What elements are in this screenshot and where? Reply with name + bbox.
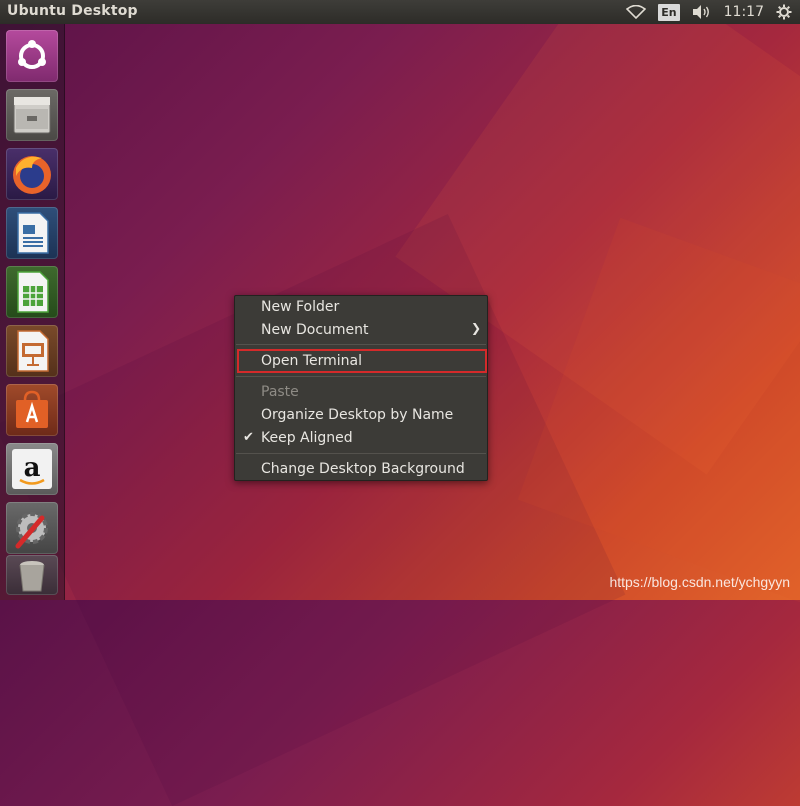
menu-item-new-document[interactable]: New Document [261,320,369,340]
firefox-icon [13,156,51,194]
power-gear-icon[interactable] [776,4,792,20]
clock[interactable]: 11:17 [724,4,764,20]
menu-item-organize-desktop[interactable]: Organize Desktop by Name [261,405,453,425]
desktop-context-menu: New Folder New Document ❯ Open Terminal … [234,295,488,481]
checkmark-icon: ✔ [243,430,254,445]
writer-document-icon [17,212,49,254]
menu-item-paste[interactable]: Paste [261,382,299,402]
launcher-item-firefox[interactable] [6,148,58,200]
launcher-item-files[interactable] [6,89,58,141]
menu-item-change-background[interactable]: Change Desktop Background [261,459,465,479]
trash-icon [19,561,45,592]
watermark: https://blog.csdn.net/ychgyyn [609,574,790,590]
menu-separator [236,453,486,454]
amazon-logo-icon: a [12,449,52,489]
software-bag-icon [16,390,48,428]
settings-wrench-icon [15,512,48,549]
launcher-item-calc[interactable] [6,266,58,318]
menu-separator [236,344,486,345]
submenu-arrow-icon: ❯ [470,321,481,335]
calc-spreadsheet-icon [17,271,49,313]
ubuntu-logo-icon [18,40,46,69]
keyboard-layout-indicator[interactable]: En [658,3,680,21]
launcher-item-settings[interactable] [6,502,58,554]
top-panel: Ubuntu Desktop En 11:17 [0,0,800,24]
launcher: a [0,24,65,600]
impress-presentation-icon [17,330,49,372]
launcher-item-amazon[interactable]: a [6,443,58,495]
launcher-item-dash[interactable] [6,30,58,82]
launcher-item-impress[interactable] [6,325,58,377]
system-tray: En 11:17 [626,0,800,24]
wallpaper-shard [517,217,800,603]
menu-item-new-folder[interactable]: New Folder [261,297,339,317]
launcher-item-writer[interactable] [6,207,58,259]
launcher-item-software[interactable] [6,384,58,436]
launcher-item-trash[interactable] [6,555,58,595]
file-cabinet-icon [13,96,51,134]
wifi-icon[interactable] [626,5,647,19]
svg-text:a: a [24,453,41,483]
active-app-title: Ubuntu Desktop [7,3,138,19]
menu-item-open-terminal[interactable]: Open Terminal [261,351,362,371]
menu-separator [236,376,486,377]
menu-item-keep-aligned[interactable]: Keep Aligned [261,428,353,448]
volume-icon[interactable] [692,4,712,20]
